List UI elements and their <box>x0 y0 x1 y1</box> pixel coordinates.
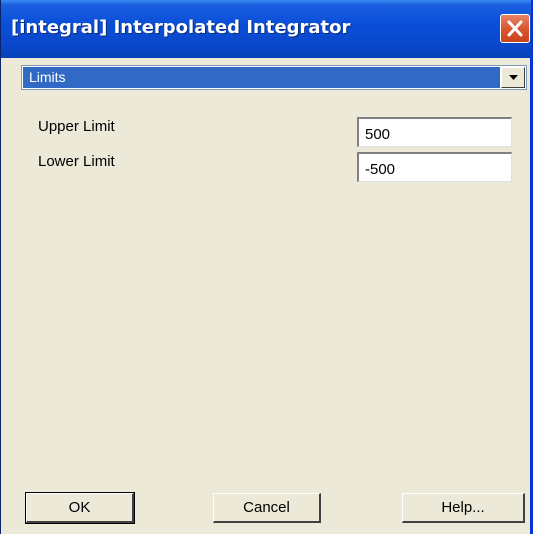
close-button[interactable] <box>500 14 530 43</box>
window-title: [integral] Interpolated Integrator <box>11 17 351 38</box>
title-bar[interactable]: [integral] Interpolated Integrator <box>1 0 531 58</box>
dialog-window: [integral] Interpolated Integrator Limit… <box>0 0 533 534</box>
upper-limit-input[interactable] <box>357 117 512 147</box>
help-button[interactable]: Help... <box>402 493 525 523</box>
upper-limit-label: Upper Limit <box>38 118 115 135</box>
close-icon <box>507 20 523 37</box>
dropdown-selected-value: Limits <box>23 67 500 88</box>
lower-limit-label: Lower Limit <box>38 153 115 170</box>
chevron-down-icon <box>509 75 518 80</box>
ok-button[interactable]: OK <box>25 492 135 524</box>
section-dropdown[interactable]: Limits <box>21 65 527 90</box>
lower-limit-input[interactable] <box>357 152 512 182</box>
dropdown-arrow-button[interactable] <box>501 67 525 88</box>
cancel-button[interactable]: Cancel <box>213 493 321 523</box>
